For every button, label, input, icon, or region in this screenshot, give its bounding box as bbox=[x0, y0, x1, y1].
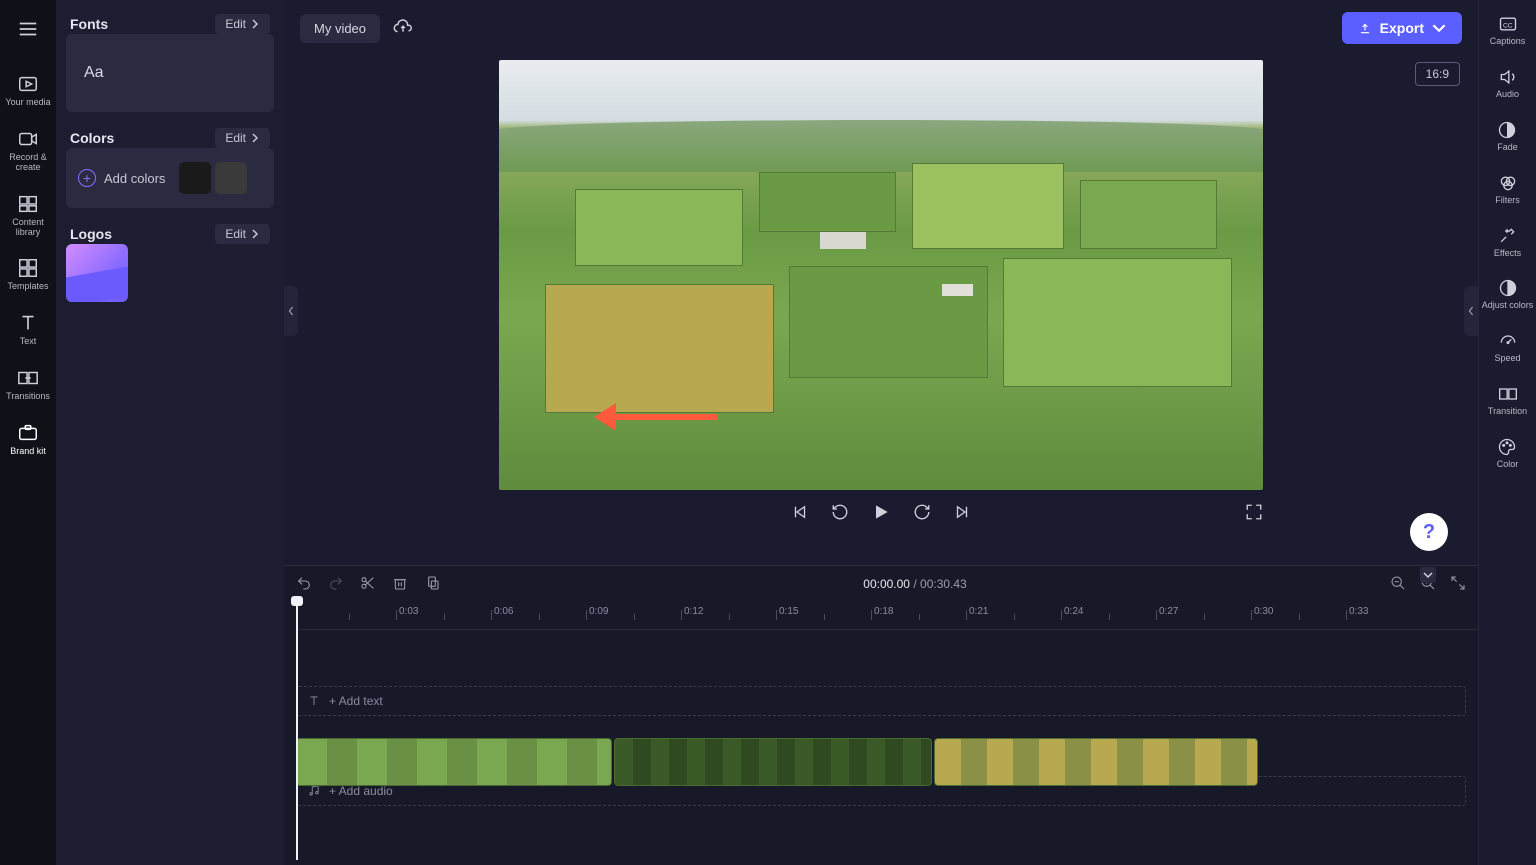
logos-edit-button[interactable]: Edit bbox=[215, 224, 270, 244]
prop-transition[interactable]: Transition bbox=[1486, 378, 1529, 423]
stage-column: My video Export 16:9 bbox=[284, 0, 1478, 865]
cloud-sync-icon[interactable] bbox=[392, 17, 414, 39]
nav-label: Your media bbox=[5, 98, 50, 108]
prop-effects[interactable]: Effects bbox=[1492, 220, 1523, 265]
prop-fade[interactable]: Fade bbox=[1495, 114, 1520, 159]
colors-edit-button[interactable]: Edit bbox=[215, 128, 270, 148]
nav-your-media[interactable]: Your media bbox=[0, 67, 56, 114]
fullscreen-icon[interactable] bbox=[1245, 503, 1263, 526]
video-preview[interactable] bbox=[499, 60, 1263, 490]
timeline-toolbar: 00:00.00 / 00:30.43 bbox=[284, 566, 1478, 602]
video-track bbox=[296, 738, 1258, 786]
video-clip[interactable] bbox=[934, 738, 1258, 786]
video-clip[interactable] bbox=[614, 738, 932, 786]
collapse-panel-left[interactable] bbox=[284, 286, 298, 336]
playhead[interactable] bbox=[296, 600, 298, 860]
help-caret-icon[interactable] bbox=[1420, 567, 1436, 583]
left-nav-rail: Your media Record & create Content libra… bbox=[0, 0, 56, 865]
timecode: 00:00.00 / 00:30.43 bbox=[863, 577, 966, 591]
zoom-fit-icon[interactable] bbox=[1450, 575, 1466, 594]
playback-controls bbox=[499, 502, 1263, 527]
forward-icon[interactable] bbox=[913, 503, 931, 526]
logo-tile[interactable] bbox=[66, 244, 128, 302]
video-clip[interactable] bbox=[296, 738, 612, 786]
zoom-out-icon[interactable] bbox=[1390, 575, 1406, 594]
split-icon[interactable] bbox=[360, 575, 376, 594]
nav-record-create[interactable]: Record & create bbox=[0, 122, 56, 179]
color-swatch[interactable] bbox=[179, 162, 211, 194]
brand-kit-panel: Fonts Edit Aa Colors Edit + bbox=[56, 0, 284, 865]
fonts-edit-button[interactable]: Edit bbox=[215, 14, 270, 34]
redo-icon[interactable] bbox=[328, 575, 344, 594]
prop-color[interactable]: Color bbox=[1495, 431, 1521, 476]
hamburger-menu-icon[interactable] bbox=[17, 8, 39, 59]
prop-speed[interactable]: Speed bbox=[1492, 325, 1522, 370]
nav-templates[interactable]: Templates bbox=[0, 251, 56, 298]
skip-end-icon[interactable] bbox=[953, 503, 971, 526]
colors-row: + Add colors bbox=[66, 148, 274, 208]
rewind-icon[interactable] bbox=[831, 503, 849, 526]
nav-text[interactable]: Text bbox=[0, 306, 56, 353]
prop-filters[interactable]: Filters bbox=[1493, 167, 1522, 212]
chevron-down-icon bbox=[1432, 21, 1446, 35]
duplicate-icon[interactable] bbox=[424, 575, 440, 594]
plus-icon: + bbox=[78, 169, 96, 187]
nav-label: Transitions bbox=[6, 392, 50, 402]
font-tile[interactable]: Aa bbox=[66, 34, 274, 112]
nav-label: Record & create bbox=[2, 153, 54, 173]
delete-icon[interactable] bbox=[392, 575, 408, 594]
logos-heading: Logos bbox=[70, 226, 112, 242]
color-swatch[interactable] bbox=[215, 162, 247, 194]
top-bar: My video Export bbox=[284, 0, 1478, 56]
collapse-panel-right[interactable] bbox=[1464, 286, 1478, 336]
font-sample: Aa bbox=[84, 64, 104, 82]
nav-label: Content library bbox=[2, 218, 54, 238]
preview-area: ? bbox=[284, 56, 1478, 565]
timeline: 00:00.00 / 00:30.43 0:030:060:090:120:15… bbox=[284, 565, 1478, 865]
prop-adjust-colors[interactable]: Adjust colors bbox=[1480, 272, 1536, 317]
export-button[interactable]: Export bbox=[1342, 12, 1462, 44]
text-track[interactable]: + Add text bbox=[296, 686, 1466, 716]
fonts-heading: Fonts bbox=[70, 16, 108, 32]
nav-brand-kit[interactable]: Brand kit bbox=[0, 416, 56, 463]
add-colors-button[interactable]: + Add colors bbox=[78, 169, 165, 187]
timeline-ruler[interactable]: 0:030:060:090:120:150:180:210:240:270:30… bbox=[296, 602, 1478, 630]
nav-label: Brand kit bbox=[10, 447, 46, 457]
nav-label: Text bbox=[20, 337, 37, 347]
nav-label: Templates bbox=[7, 282, 48, 292]
nav-content-library[interactable]: Content library bbox=[0, 187, 56, 244]
nav-transitions[interactable]: Transitions bbox=[0, 361, 56, 408]
skip-start-icon[interactable] bbox=[791, 503, 809, 526]
help-button[interactable]: ? bbox=[1410, 513, 1448, 551]
undo-icon[interactable] bbox=[296, 575, 312, 594]
colors-heading: Colors bbox=[70, 130, 114, 146]
play-icon[interactable] bbox=[871, 502, 891, 527]
prop-audio[interactable]: Audio bbox=[1494, 61, 1521, 106]
right-properties-rail: CC Captions Audio Fade Filters Effects A… bbox=[1478, 0, 1536, 865]
svg-text:CC: CC bbox=[1503, 22, 1513, 29]
prop-captions[interactable]: CC Captions bbox=[1488, 8, 1528, 53]
video-title[interactable]: My video bbox=[300, 14, 380, 43]
